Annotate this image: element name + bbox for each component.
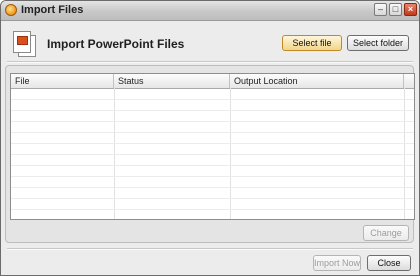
- table-row[interactable]: [11, 166, 414, 177]
- column-header-file[interactable]: File: [11, 74, 114, 88]
- app-icon: [5, 4, 17, 16]
- table-row[interactable]: [11, 89, 414, 100]
- table-row[interactable]: [11, 199, 414, 210]
- minimize-icon: –: [377, 4, 383, 14]
- table-row[interactable]: [11, 133, 414, 144]
- table-header: File Status Output Location: [11, 74, 414, 89]
- table-row[interactable]: [11, 188, 414, 199]
- column-header-status[interactable]: Status: [114, 74, 230, 88]
- minimize-button[interactable]: –: [374, 3, 387, 16]
- header-divider: [7, 61, 413, 63]
- maximize-icon: □: [392, 4, 399, 14]
- close-icon: ×: [407, 4, 414, 14]
- table-row[interactable]: [11, 155, 414, 166]
- column-header-output-location[interactable]: Output Location: [230, 74, 404, 88]
- import-files-dialog: Import Files – □ × Import PowerPoint Fil…: [0, 0, 420, 276]
- page-title: Import PowerPoint Files: [47, 37, 185, 51]
- close-button[interactable]: Close: [367, 255, 411, 271]
- select-file-button[interactable]: Select file: [282, 35, 342, 51]
- maximize-button[interactable]: □: [389, 3, 402, 16]
- window-title: Import Files: [21, 4, 84, 16]
- change-button[interactable]: Change: [363, 225, 409, 241]
- close-window-button[interactable]: ×: [404, 3, 417, 16]
- table-row[interactable]: [11, 100, 414, 111]
- table-row[interactable]: [11, 144, 414, 155]
- footer-divider: [7, 248, 413, 250]
- powerpoint-files-icon: [12, 30, 38, 57]
- import-now-button[interactable]: Import Now: [313, 255, 361, 271]
- title-bar[interactable]: Import Files – □ ×: [1, 1, 419, 21]
- select-folder-button[interactable]: Select folder: [347, 35, 409, 51]
- table-row[interactable]: [11, 111, 414, 122]
- table-row[interactable]: [11, 122, 414, 133]
- table-row[interactable]: [11, 177, 414, 188]
- files-table[interactable]: File Status Output Location: [10, 73, 415, 220]
